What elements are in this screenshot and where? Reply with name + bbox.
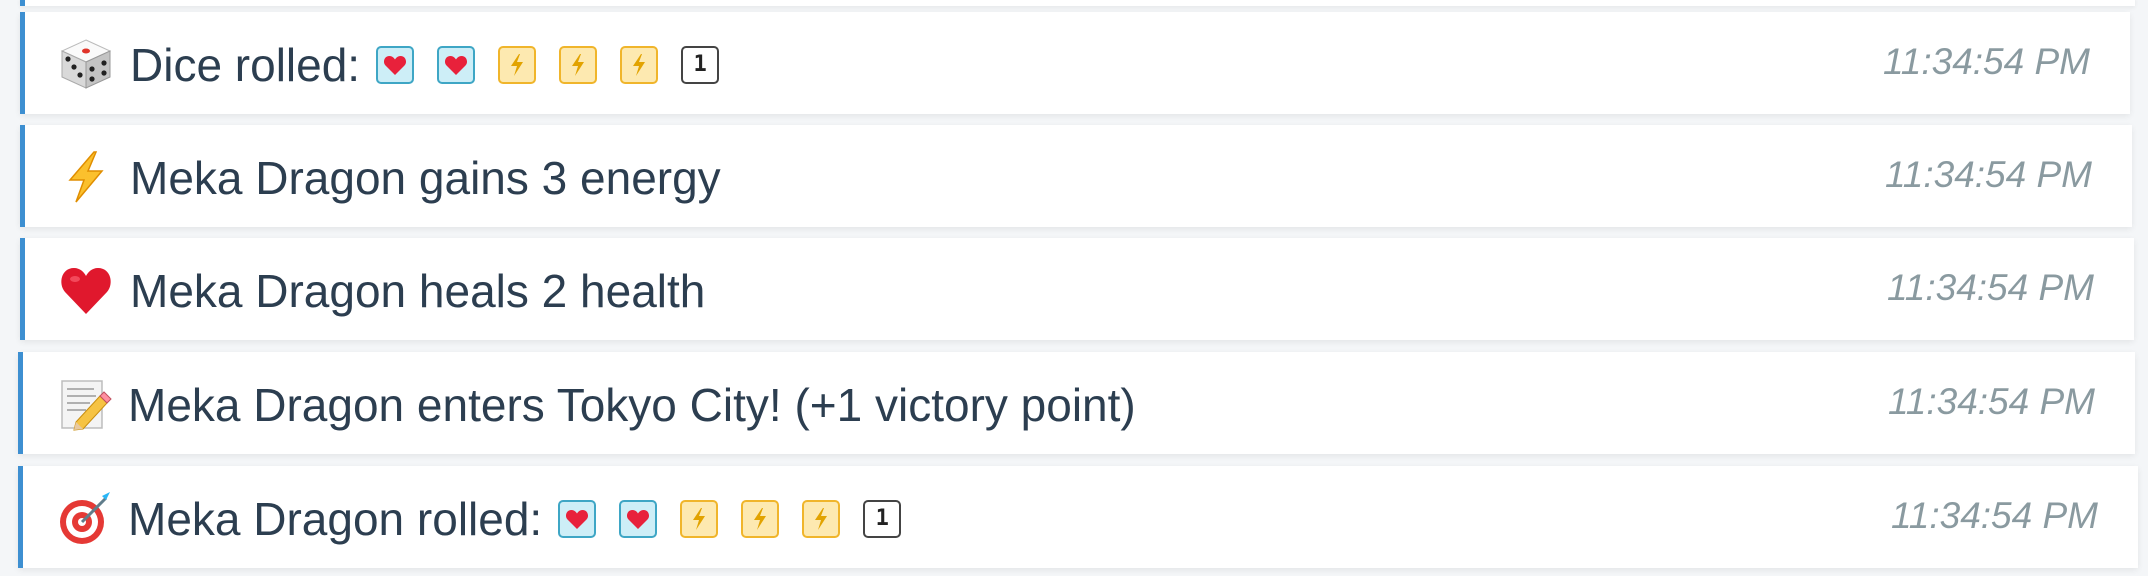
heart-icon [384,56,407,75]
log-entry: Meka Dragon gains 3 energy 11:34:54 PM [20,125,2132,227]
log-entry-timestamp: 11:34:54 PM [1890,495,2098,536]
heart-die [619,500,658,538]
lightning-icon [572,54,585,76]
number-die: 1 [863,500,902,538]
lightning-icon [754,508,767,530]
number-die: 1 [681,46,720,84]
log-entry-timestamp: 11:34:54 PM [1886,267,2094,308]
energy-die [680,500,719,538]
dice-result-group: 1 [376,46,720,84]
log-entry-timestamp: 11:34:54 PM [1887,381,2095,422]
heart-icon [627,510,650,529]
previous-log-entry [20,0,2135,6]
log-entry-timestamp: 11:34:54 PM [1882,41,2090,82]
heart-icon [445,56,468,75]
energy-die [620,46,659,84]
log-entry-text: Meka Dragon rolled: [128,493,543,545]
dice-icon [58,36,114,92]
lightning-icon [511,54,524,76]
lightning-icon [815,508,828,530]
log-entry: Meka Dragon rolled: 1 11:34:54 PM [18,466,2138,568]
log-entry-text: Meka Dragon enters Tokyo City! (+1 victo… [128,379,1136,431]
energy-die [741,500,780,538]
log-entry: Dice rolled: 1 11:34:54 PM [20,12,2130,114]
heart-icon [566,510,589,529]
heart-die [376,46,415,84]
lightning-icon [693,508,706,530]
energy-die [498,46,537,84]
log-entry-text: Dice rolled: [130,39,361,91]
log-entry-text: Meka Dragon heals 2 health [130,265,706,317]
memo-icon [56,376,112,432]
game-log: Dice rolled: 1 11:34:54 PM Meka Dragon g… [0,0,2148,576]
dice-result-group: 1 [558,500,902,538]
target-icon [56,490,112,546]
lightning-icon [58,149,114,205]
heart-die [558,500,597,538]
energy-die [559,46,598,84]
energy-die [802,500,841,538]
log-entry: Meka Dragon heals 2 health 11:34:54 PM [20,238,2134,340]
heart-die [437,46,476,84]
log-entry: Meka Dragon enters Tokyo City! (+1 victo… [18,352,2135,454]
log-entry-text: Meka Dragon gains 3 energy [130,152,721,204]
lightning-icon [633,54,646,76]
log-entry-timestamp: 11:34:54 PM [1884,154,2092,195]
heart-icon [58,262,114,318]
